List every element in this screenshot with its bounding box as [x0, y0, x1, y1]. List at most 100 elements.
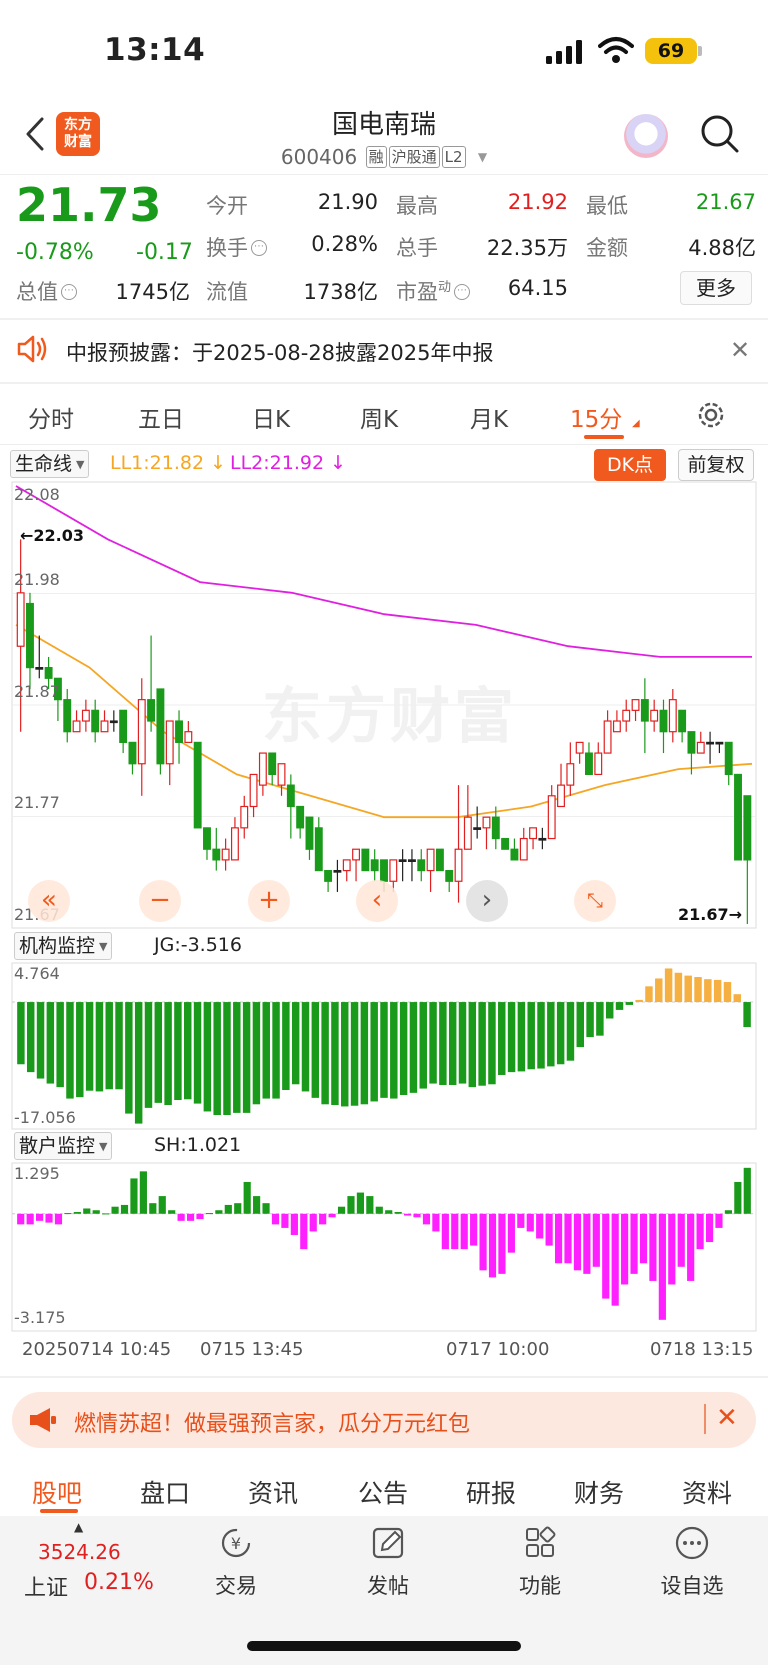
index-name[interactable]: 上证 [24, 1570, 68, 1602]
jg-bar [527, 1002, 535, 1070]
sh-bar [573, 1213, 582, 1271]
tab-15min[interactable]: 15分 [570, 400, 622, 434]
candle-body [407, 859, 416, 863]
nav-functions-label: 功能 [519, 1574, 561, 1598]
sh-bar [687, 1213, 695, 1281]
high-label: 最高 [396, 194, 438, 218]
tab-order-book[interactable]: 盘口 [140, 1474, 190, 1510]
candle-body [370, 859, 379, 872]
low-value: 21.67 [695, 190, 756, 214]
jg-bar [213, 1002, 221, 1116]
scroll-right-icon[interactable]: › [466, 880, 508, 922]
tab-monthly-k[interactable]: 月K [470, 400, 508, 434]
jg-bar [694, 977, 702, 1003]
tab-research[interactable]: 研报 [466, 1474, 516, 1510]
jg-max-label: 4.764 [14, 964, 60, 983]
zoom-out-icon[interactable]: − [139, 880, 181, 922]
candle-body [277, 763, 286, 786]
sh-bar [17, 1213, 25, 1225]
candle-body [193, 741, 202, 829]
tab-guba[interactable]: 股吧 [32, 1474, 82, 1510]
jg-bar [223, 1002, 231, 1116]
tag-margin: 融 [365, 146, 387, 168]
tab-announcements[interactable]: 公告 [358, 1474, 408, 1510]
sh-bar [602, 1213, 610, 1299]
sh-bar [328, 1213, 336, 1218]
candle-body [734, 773, 742, 861]
sh-bar [621, 1213, 629, 1285]
total-value: 1745亿 [115, 280, 190, 304]
jg-bar [95, 1002, 104, 1092]
scroll-left-fast-icon[interactable]: « [28, 880, 70, 922]
more-button[interactable]: 更多 [680, 271, 752, 305]
main-indicator-select[interactable]: 生命线 ▼ [10, 450, 90, 478]
promo-text[interactable]: 燃情苏超！做最强预言家，瓜分万元红包 [74, 1406, 470, 1438]
y-label: 21.77 [14, 793, 60, 812]
zoom-in-icon[interactable]: + [248, 880, 290, 922]
jg-bar [576, 1002, 584, 1048]
dk-point-button[interactable]: DK点 [594, 449, 666, 481]
jg-bar [193, 1002, 202, 1104]
candle-body [137, 699, 146, 765]
notice-text[interactable]: 中报预披露：于2025-08-28披露2025年中报 [66, 337, 493, 367]
candle-body [482, 816, 491, 829]
close-icon[interactable]: ✕ [716, 1403, 738, 1433]
assistant-avatar-icon[interactable] [624, 114, 668, 158]
candle-body [743, 795, 752, 861]
candle-body [417, 859, 426, 872]
expand-up-icon[interactable]: ▲ [74, 1520, 83, 1534]
close-icon[interactable]: ✕ [730, 336, 750, 364]
compose-icon [372, 1527, 404, 1559]
nav-trade[interactable]: ¥ 交易 [176, 1524, 296, 1600]
sh-bar [734, 1181, 742, 1214]
sh-bar [460, 1213, 468, 1250]
divider [0, 174, 768, 175]
sh-bar [64, 1213, 72, 1215]
candle-body [529, 827, 538, 840]
sh-bar [394, 1212, 402, 1214]
ll1-legend: LL1:21.82 ↓ [110, 452, 227, 474]
sh-bar [592, 1213, 600, 1267]
candle-body [575, 741, 584, 754]
time-label: 0718 13:15 [650, 1339, 754, 1360]
candle-body [221, 848, 230, 861]
tab-profile[interactable]: 资料 [682, 1474, 732, 1510]
retail-bar-chart[interactable] [0, 1162, 768, 1332]
tab-five-day[interactable]: 五日 [138, 400, 184, 434]
candlestick-chart[interactable] [0, 480, 768, 930]
status-time: 13:14 [104, 32, 206, 68]
candle-body [314, 827, 323, 872]
sh-bar [271, 1213, 280, 1225]
sh-bar [196, 1213, 204, 1220]
candle-body [268, 752, 277, 776]
sh-bar [404, 1213, 412, 1216]
index-value[interactable]: 3524.26 [38, 1540, 121, 1564]
nav-functions[interactable]: 功能 [480, 1524, 600, 1600]
forward-adjust-button[interactable]: 前复权 [678, 449, 754, 481]
gear-icon[interactable] [694, 398, 728, 432]
tab-weekly-k[interactable]: 周K [360, 400, 398, 434]
jg-bar [458, 1002, 467, 1084]
battery-icon: 69 [645, 38, 697, 64]
tab-daily-k[interactable]: 日K [252, 400, 290, 434]
candle-body [63, 699, 72, 733]
institution-bar-chart[interactable] [0, 962, 768, 1130]
sh-bar [696, 1213, 704, 1250]
tab-news[interactable]: 资讯 [248, 1474, 298, 1510]
index-percent[interactable]: 0.21% [84, 1570, 154, 1595]
jg-bar [468, 1002, 477, 1088]
scroll-left-icon[interactable]: ‹ [356, 880, 398, 922]
tab-intraday[interactable]: 分时 [28, 400, 74, 434]
nav-add-watchlist[interactable]: 设自选 [632, 1524, 752, 1600]
home-indicator [247, 1641, 521, 1651]
tab-financials[interactable]: 财务 [574, 1474, 624, 1510]
jg-bar [360, 1002, 369, 1105]
nav-post[interactable]: 发帖 [328, 1524, 448, 1600]
fullscreen-icon[interactable]: ⤡ [574, 880, 616, 922]
sh-bar [432, 1213, 440, 1232]
sh-bar [677, 1213, 685, 1267]
retail-indicator-select[interactable]: 散户监控 ▼ [14, 1132, 113, 1160]
jg-bar [282, 1002, 290, 1090]
institution-indicator-select[interactable]: 机构监控 ▼ [14, 932, 113, 960]
search-icon[interactable] [700, 114, 740, 154]
